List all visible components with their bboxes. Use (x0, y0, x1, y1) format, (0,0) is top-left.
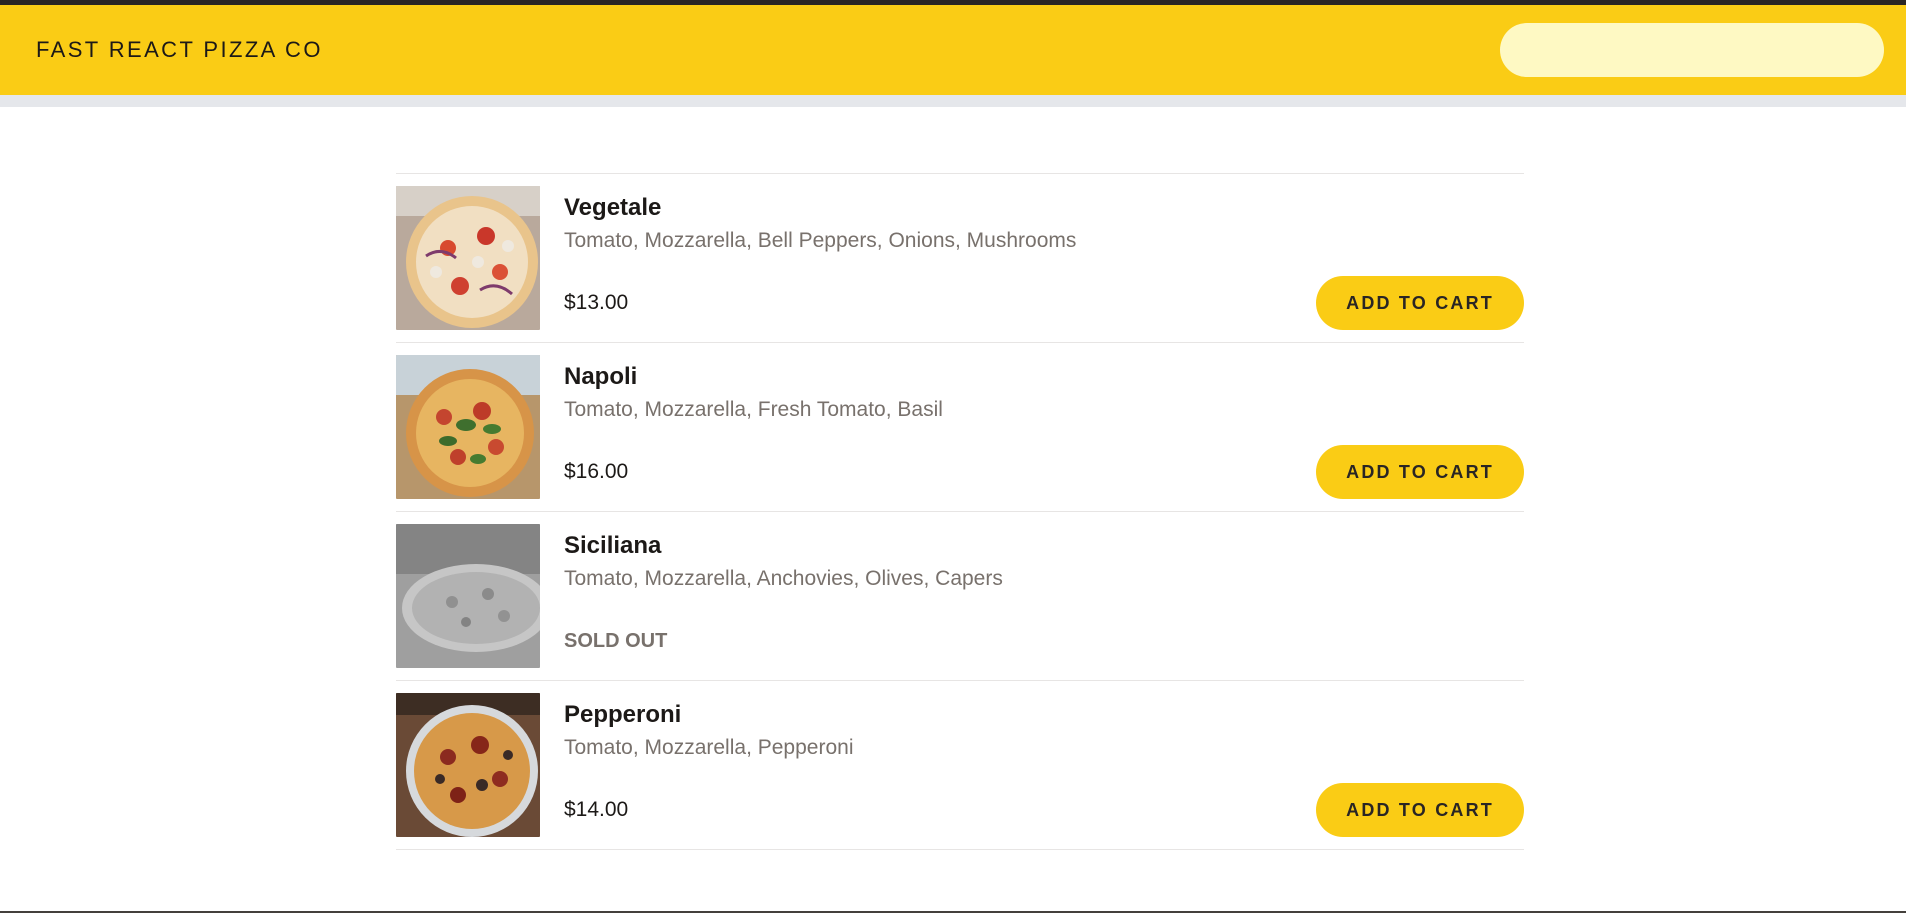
menu-item-details: Siciliana Tomato, Mozzarella, Anchovies,… (564, 524, 1524, 668)
pizza-name: Napoli (564, 363, 638, 390)
pizza-ingredients: Tomato, Mozzarella, Pepperoni (564, 736, 854, 759)
menu-item-details: Vegetale Tomato, Mozzarella, Bell Pepper… (564, 186, 1524, 330)
pizza-image-siciliana (396, 524, 540, 668)
pizza-image-vegetale (396, 186, 540, 330)
menu-item-details: Napoli Tomato, Mozzarella, Fresh Tomato,… (564, 355, 1524, 499)
brand-logo-text[interactable]: FAST REACT PIZZA CO (36, 37, 323, 63)
menu-list: Vegetale Tomato, Mozzarella, Bell Pepper… (396, 173, 1524, 850)
pizza-image-napoli (396, 355, 540, 499)
pizza-price: $14.00 (564, 798, 629, 821)
add-to-cart-button[interactable]: ADD TO CART (1316, 783, 1524, 837)
menu-item-napoli: Napoli Tomato, Mozzarella, Fresh Tomato,… (396, 343, 1524, 512)
menu-item-footer: $13.00 ADD TO CART (564, 276, 1524, 330)
pizza-ingredients: Tomato, Mozzarella, Bell Peppers, Onions… (564, 229, 1077, 252)
menu-item-footer: $16.00 ADD TO CART (564, 445, 1524, 499)
pizza-name: Vegetale (564, 194, 662, 221)
search-order-input[interactable] (1500, 23, 1884, 77)
pizza-name: Pepperoni (564, 701, 682, 728)
pizza-ingredients: Tomato, Mozzarella, Anchovies, Olives, C… (564, 567, 1003, 590)
pizza-ingredients: Tomato, Mozzarella, Fresh Tomato, Basil (564, 398, 943, 421)
sold-out-label: SOLD OUT (564, 629, 668, 652)
menu-item-footer: SOLD OUT (564, 614, 1524, 668)
pizza-price: $13.00 (564, 291, 629, 314)
app-header: FAST REACT PIZZA CO (0, 5, 1906, 107)
pizza-price: $16.00 (564, 460, 629, 483)
pizza-image-pepperoni (396, 693, 540, 837)
pizza-name: Siciliana (564, 532, 662, 559)
add-to-cart-button[interactable]: ADD TO CART (1316, 445, 1524, 499)
menu-item-vegetale: Vegetale Tomato, Mozzarella, Bell Pepper… (396, 174, 1524, 343)
menu-item-siciliana: Siciliana Tomato, Mozzarella, Anchovies,… (396, 512, 1524, 681)
menu-item-details: Pepperoni Tomato, Mozzarella, Pepperoni … (564, 693, 1524, 837)
add-to-cart-button[interactable]: ADD TO CART (1316, 276, 1524, 330)
menu-item-footer: $14.00 ADD TO CART (564, 783, 1524, 837)
menu-item-pepperoni: Pepperoni Tomato, Mozzarella, Pepperoni … (396, 681, 1524, 850)
